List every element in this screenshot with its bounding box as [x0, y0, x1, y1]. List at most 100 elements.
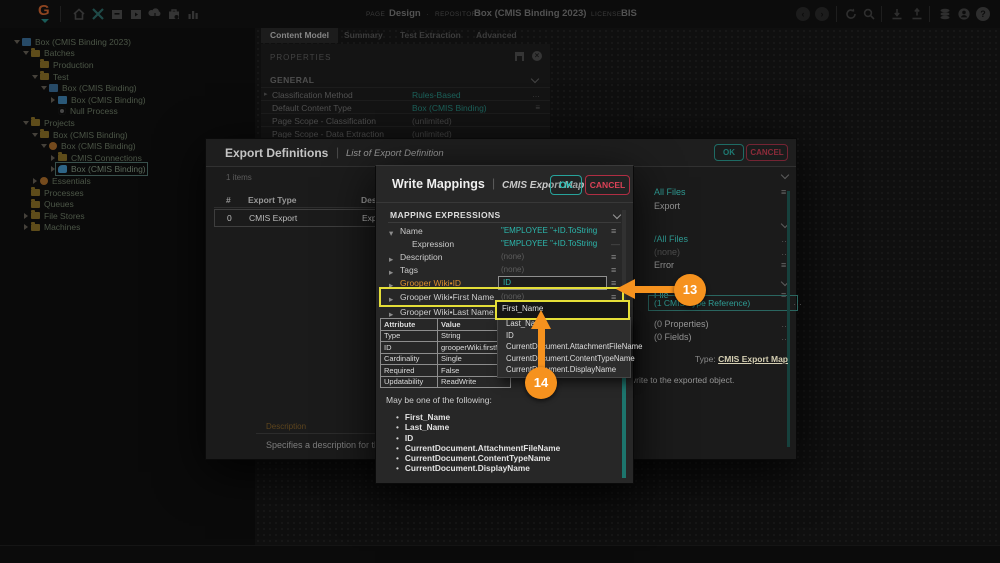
cmis-type-reference-field[interactable]: (1 CMIS Type Reference): [648, 295, 798, 311]
menu-handle-icon[interactable]: ≡: [535, 103, 540, 112]
tree-item-label: Test: [53, 72, 69, 82]
expand-arrow-icon[interactable]: [39, 144, 48, 148]
search-icon[interactable]: [862, 7, 876, 21]
tree-item[interactable]: Box (CMIS Binding): [0, 82, 255, 94]
tree-item[interactable]: Test: [0, 71, 255, 83]
upload-icon[interactable]: [910, 7, 924, 21]
menu-handle-icon[interactable]: ≡: [781, 260, 786, 270]
panel-error[interactable]: Error: [654, 260, 674, 270]
expand-arrow-icon[interactable]: [30, 133, 39, 137]
expand-arrow-icon[interactable]: [21, 224, 30, 230]
expand-arrow-icon[interactable]: [39, 86, 48, 90]
row-value[interactable]: (none): [501, 265, 524, 274]
column-header-type[interactable]: Export Type: [248, 195, 297, 205]
job-bag-icon[interactable]: [167, 7, 181, 21]
home-icon[interactable]: [72, 7, 86, 21]
tab-content-model[interactable]: Content Model: [261, 28, 338, 43]
tab-advanced[interactable]: Advanced: [467, 28, 526, 43]
tab-summary[interactable]: Summary: [335, 28, 392, 43]
mapping-row-tags[interactable]: ▸ Tags (none) ≡: [380, 263, 620, 276]
tab-test-extraction[interactable]: Test Extraction: [391, 28, 470, 43]
expand-arrow-icon[interactable]: [21, 51, 30, 55]
general-section-header[interactable]: GENERAL: [270, 75, 314, 85]
collapse-chevron-icon[interactable]: [781, 171, 789, 179]
property-row[interactable]: ▸ Classification Method Rules-Based …: [261, 87, 550, 101]
scrollbar[interactable]: [787, 191, 790, 447]
forward-icon[interactable]: ›: [815, 7, 829, 21]
menu-handle-icon[interactable]: ≡: [611, 252, 616, 262]
value-dropdown-list: Last_NameIDCurrentDocument.AttachmentFil…: [497, 317, 631, 378]
property-value[interactable]: (unlimited): [412, 116, 452, 126]
property-value[interactable]: Rules-Based: [412, 90, 461, 100]
panel-all-files[interactable]: All Files: [654, 187, 686, 197]
dropdown-item[interactable]: CurrentDocument.DisplayName: [498, 364, 630, 376]
cancel-button[interactable]: CANCEL: [585, 175, 630, 195]
divider: [60, 6, 61, 22]
stats-chart-icon[interactable]: [186, 7, 200, 21]
last-name-value-combobox[interactable]: First_Name: [495, 300, 630, 320]
dropdown-item[interactable]: CurrentDocument.ContentTypeName: [498, 353, 630, 365]
tree-item[interactable]: Production: [0, 59, 255, 71]
mapping-expressions-header[interactable]: MAPPING EXPRESSIONS: [390, 210, 501, 220]
expand-arrow-icon[interactable]: [48, 155, 57, 161]
collapse-chevron-icon[interactable]: [613, 211, 621, 219]
help-icon[interactable]: ?: [976, 7, 990, 21]
ellipsis-icon[interactable]: …: [793, 297, 802, 307]
review-play-icon[interactable]: [129, 7, 143, 21]
user-icon[interactable]: [957, 7, 971, 21]
grooper-logo[interactable]: G: [38, 3, 50, 18]
type-link[interactable]: CMIS Export Map: [718, 354, 788, 364]
tree-item[interactable]: Box (CMIS Binding): [0, 94, 255, 106]
expand-arrow-icon[interactable]: [21, 121, 30, 125]
allowed-value-item: ID: [396, 433, 560, 443]
expand-arrow-icon[interactable]: [48, 97, 57, 103]
panel-fields[interactable]: (0 Fields): [654, 332, 692, 342]
design-tools-icon[interactable]: [91, 7, 105, 21]
cancel-button[interactable]: CANCEL: [746, 144, 788, 161]
property-row[interactable]: Default Content Type Box (CMIS Binding) …: [261, 100, 550, 114]
mapping-row-description[interactable]: ▸ Description (none) ≡: [380, 250, 620, 263]
database-icon[interactable]: [938, 7, 952, 21]
batch-archive-icon[interactable]: [110, 7, 124, 21]
expand-arrow-icon[interactable]: [12, 40, 21, 44]
expand-arrow-icon[interactable]: [48, 166, 57, 172]
close-icon[interactable]: ×: [532, 51, 542, 61]
dropdown-item[interactable]: ID: [498, 330, 630, 342]
row-value[interactable]: "EMPLOYEE "+ID.ToString: [501, 226, 597, 235]
ok-button[interactable]: OK: [714, 144, 744, 161]
dropdown-item[interactable]: CurrentDocument.AttachmentFileName: [498, 341, 630, 353]
row-value[interactable]: "EMPLOYEE "+ID.ToString: [501, 239, 597, 248]
expand-arrow-icon[interactable]: ▸: [264, 90, 268, 98]
mapping-row-expression[interactable]: Expression "EMPLOYEE "+ID.ToString —: [380, 237, 620, 250]
column-header-num[interactable]: #: [226, 195, 231, 205]
tree-item[interactable]: Null Process: [0, 106, 255, 118]
expand-arrow-icon[interactable]: [30, 75, 39, 79]
panel-export[interactable]: Export: [654, 201, 680, 211]
tree-item[interactable]: Box (CMIS Binding 2023): [0, 36, 255, 48]
tree-item[interactable]: Batches: [0, 48, 255, 60]
separator-dot: ·: [426, 10, 429, 19]
title-separator: |: [336, 145, 339, 159]
download-icon[interactable]: [890, 7, 904, 21]
back-icon[interactable]: ‹: [796, 7, 810, 21]
property-row[interactable]: Page Scope - Classification (unlimited): [261, 113, 550, 127]
menu-handle-icon[interactable]: ≡: [611, 265, 616, 275]
refresh-icon[interactable]: [844, 7, 858, 21]
menu-handle-icon[interactable]: ≡: [611, 226, 616, 236]
property-value[interactable]: Box (CMIS Binding): [412, 103, 487, 113]
panel-none[interactable]: (none): [654, 247, 680, 257]
expand-arrow-icon[interactable]: [21, 213, 30, 219]
tree-item[interactable]: Projects: [0, 117, 255, 129]
ok-button[interactable]: OK: [550, 175, 582, 195]
ellipsis-icon[interactable]: …: [532, 90, 540, 99]
menu-handle-icon[interactable]: ≡: [781, 187, 786, 197]
import-cloud-icon[interactable]: [148, 7, 162, 21]
mapping-row-name[interactable]: ▾ Name "EMPLOYEE "+ID.ToString ≡: [380, 224, 620, 237]
expand-arrow-icon[interactable]: [30, 178, 39, 184]
panel-all-files-path[interactable]: /All Files: [654, 234, 688, 244]
row-value[interactable]: (none): [501, 252, 524, 261]
collapse-chevron-icon[interactable]: [531, 75, 539, 83]
panel-properties[interactable]: (0 Properties): [654, 319, 709, 329]
type-label: Type:: [695, 354, 716, 364]
save-icon[interactable]: [515, 52, 524, 61]
